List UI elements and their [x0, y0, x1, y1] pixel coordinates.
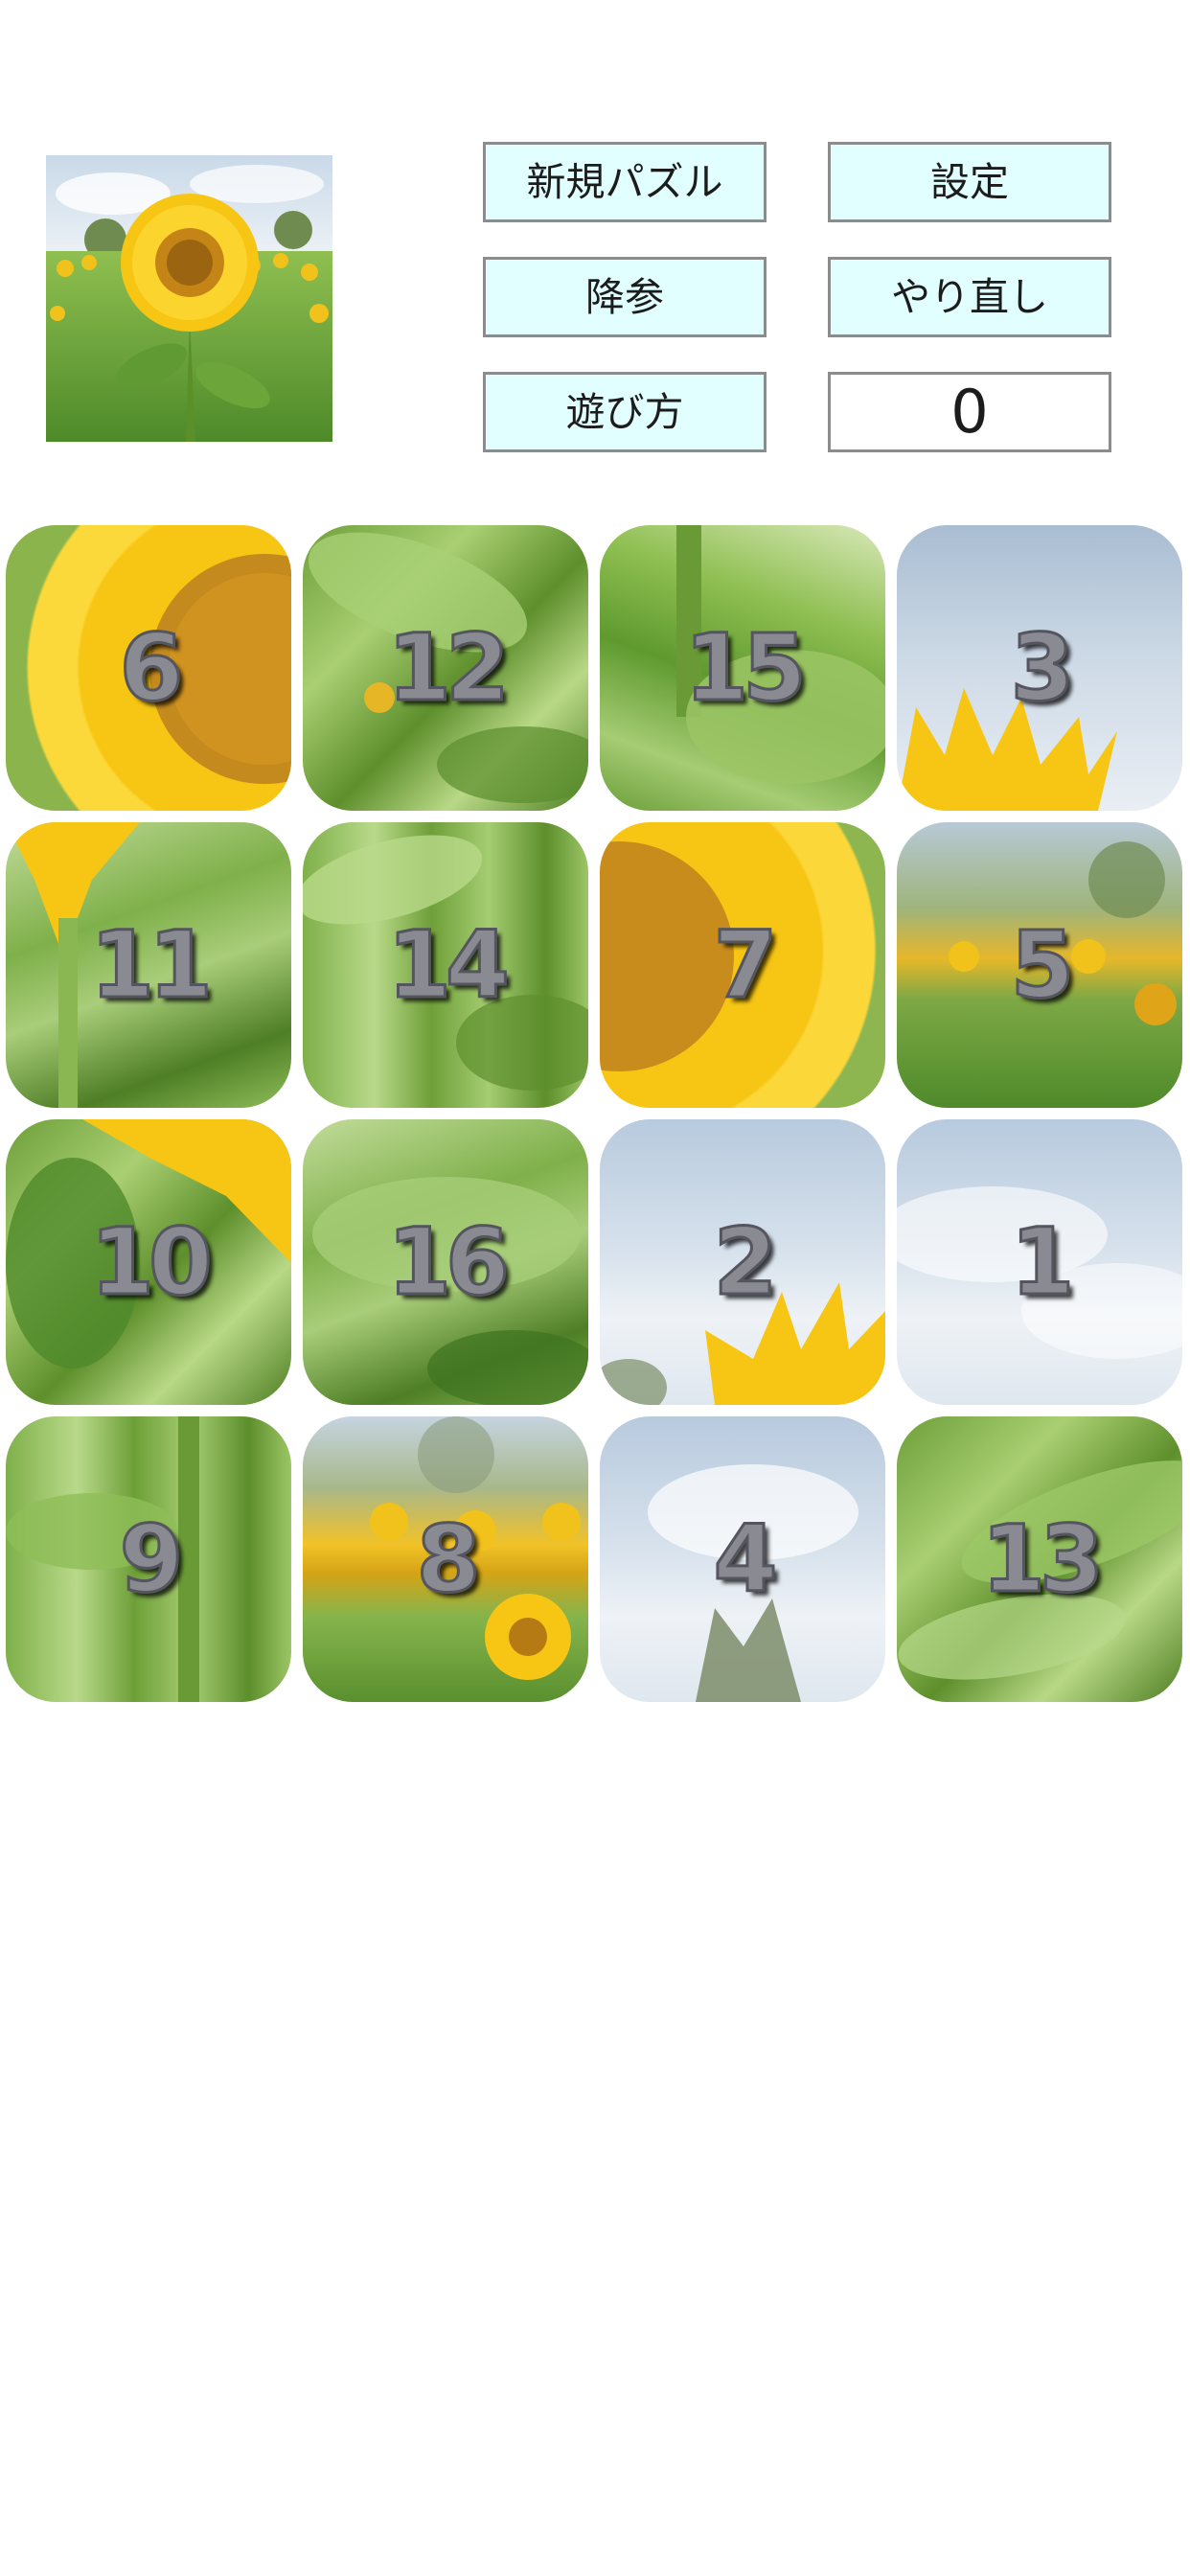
tile-number: 12	[386, 613, 512, 724]
tile-number: 1	[1009, 1208, 1076, 1318]
settings-button[interactable]: 設定	[828, 142, 1111, 222]
tile-number: 7	[712, 910, 779, 1021]
puzzle-tile[interactable]: 6	[6, 525, 291, 811]
new-puzzle-button[interactable]: 新規パズル	[483, 142, 767, 222]
sunflower-image	[46, 155, 332, 442]
tile-number: 2	[712, 1208, 779, 1318]
puzzle-tile[interactable]: 16	[303, 1119, 588, 1405]
tile-number: 16	[386, 1208, 512, 1318]
puzzle-tile[interactable]: 14	[303, 822, 588, 1108]
puzzle-tile[interactable]: 1	[897, 1119, 1182, 1405]
tile-number: 9	[118, 1505, 185, 1615]
tile-number: 11	[89, 910, 215, 1021]
puzzle-tile[interactable]: 10	[6, 1119, 291, 1405]
puzzle-tile[interactable]: 3	[897, 525, 1182, 811]
puzzle-tile[interactable]: 11	[6, 822, 291, 1108]
tile-number: 10	[89, 1208, 215, 1318]
puzzle-tile[interactable]: 7	[600, 822, 885, 1108]
tile-number: 13	[980, 1505, 1106, 1615]
tile-number: 14	[386, 910, 512, 1021]
puzzle-tile[interactable]: 12	[303, 525, 588, 811]
puzzle-tile[interactable]: 5	[897, 822, 1182, 1108]
puzzle-tile[interactable]: 13	[897, 1416, 1182, 1702]
tile-number: 3	[1009, 613, 1076, 724]
redo-button[interactable]: やり直し	[828, 257, 1111, 337]
tile-number: 8	[415, 1505, 482, 1615]
puzzle-tile[interactable]: 15	[600, 525, 885, 811]
tile-number: 15	[683, 613, 809, 724]
tile-number: 6	[118, 613, 185, 724]
puzzle-tile[interactable]: 8	[303, 1416, 588, 1702]
how-to-play-button[interactable]: 遊び方	[483, 372, 767, 452]
reference-image	[46, 155, 332, 442]
tile-number: 4	[712, 1505, 779, 1615]
puzzle-board: 6 12 15 3 11 14 7 5 10 16 2 1 9 8 4 13	[0, 525, 1190, 1706]
puzzle-tile[interactable]: 4	[600, 1416, 885, 1702]
puzzle-tile[interactable]: 9	[6, 1416, 291, 1702]
puzzle-tile[interactable]: 2	[600, 1119, 885, 1405]
tile-number: 5	[1009, 910, 1076, 1021]
move-counter: 0	[828, 372, 1111, 452]
give-up-button[interactable]: 降参	[483, 257, 767, 337]
